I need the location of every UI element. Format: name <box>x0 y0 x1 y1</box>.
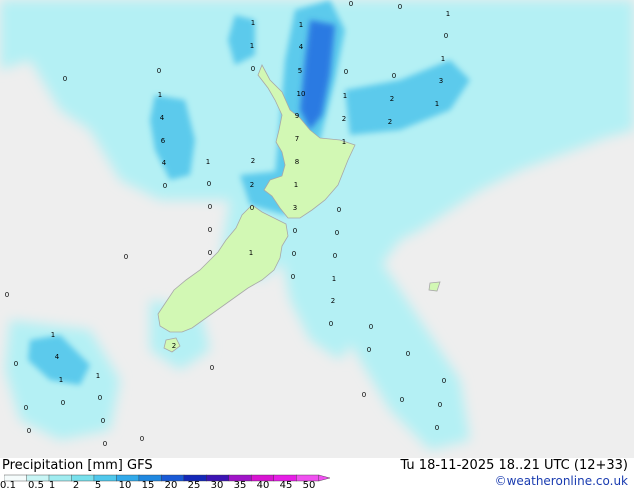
scale-label: 45 <box>279 480 293 491</box>
precip-value-label: 0 <box>208 249 212 257</box>
scale-label: 25 <box>187 480 201 491</box>
precip-value-label: 0 <box>251 65 255 73</box>
precip-value-label: 0 <box>163 182 167 190</box>
precip-value-label: 0 <box>398 3 402 11</box>
precip-value-label: 6 <box>161 137 166 145</box>
precip-value-label: 0 <box>442 377 446 385</box>
scale-label: 0.1 <box>0 480 16 491</box>
precip-value-label: 1 <box>249 249 253 257</box>
precip-value-label: 1 <box>206 158 210 166</box>
precip-value-label: 0 <box>27 427 31 435</box>
legend-footer: Precipitation [mm] GFS Tu 18-11-2025 18.… <box>0 458 634 491</box>
scale-label: 5 <box>94 480 102 491</box>
precip-value-label: 5 <box>298 67 302 75</box>
scale-label: 2 <box>72 480 80 491</box>
precip-value-label: 0 <box>208 226 212 234</box>
precip-value-label: 1 <box>332 275 336 283</box>
forecast-datetime: Tu 18-11-2025 18..21 UTC (12+33) <box>400 458 628 473</box>
precip-value-label: 0 <box>124 253 128 261</box>
precip-value-label: 1 <box>435 100 439 108</box>
precip-value-label: 0 <box>406 350 410 358</box>
precip-value-label: 4 <box>162 159 167 167</box>
precip-value-label: 0 <box>438 401 442 409</box>
precip-value-label: 0 <box>335 229 339 237</box>
precip-value-label: 4 <box>55 353 60 361</box>
precip-value-label: 2 <box>331 297 335 305</box>
precip-value-label: 0 <box>435 424 439 432</box>
precip-value-label: 1 <box>343 92 347 100</box>
precip-value-label: 0 <box>400 396 404 404</box>
precip-value-label: 4 <box>160 114 165 122</box>
scale-label: 1 <box>48 480 56 491</box>
precip-value-label: 0 <box>210 364 214 372</box>
precip-value-label: 4 <box>299 43 304 51</box>
precip-value-label: 0 <box>101 417 105 425</box>
precip-value-label: 0 <box>349 0 353 8</box>
precip-value-label: 1 <box>158 91 162 99</box>
precip-value-label: 0 <box>369 323 373 331</box>
precip-value-label: 2 <box>172 342 176 350</box>
precip-value-label: 2 <box>250 181 254 189</box>
scale-label: 20 <box>164 480 178 491</box>
precip-value-label: 0 <box>367 346 371 354</box>
color-scale-labels: 0.1 0.5 1 2 5 10 15 20 25 30 35 40 45 50 <box>0 480 340 491</box>
precip-value-label: 1 <box>446 10 450 18</box>
precip-value-label: 3 <box>293 204 297 212</box>
precip-value-label: 0 <box>208 203 212 211</box>
precip-value-label: 2 <box>251 157 255 165</box>
precip-value-label: 0 <box>293 227 297 235</box>
precip-value-label: 3 <box>439 77 443 85</box>
precip-value-label: 2 <box>388 118 392 126</box>
scale-label: 35 <box>233 480 247 491</box>
precip-value-label: 1 <box>441 55 445 63</box>
precip-value-label: 1 <box>342 138 346 146</box>
precip-value-label: 0 <box>250 204 254 212</box>
precip-value-label: 0 <box>103 440 107 448</box>
precip-value-label: 0 <box>291 273 295 281</box>
precip-value-label: 2 <box>390 95 394 103</box>
precip-value-label: 0 <box>5 291 9 299</box>
precip-value-label: 0 <box>333 252 337 260</box>
precip-value-label: 0 <box>337 206 341 214</box>
precip-value-label: 0 <box>14 360 18 368</box>
scale-label: 10 <box>118 480 132 491</box>
precip-value-label: 1 <box>299 21 303 29</box>
precip-value-label: 1 <box>294 181 298 189</box>
precip-value-label: 1 <box>96 372 100 380</box>
precip-value-label: 1 <box>251 19 255 27</box>
precip-value-label: 9 <box>295 112 299 120</box>
precip-value-label: 2 <box>342 115 346 123</box>
precip-value-label: 0 <box>392 72 396 80</box>
precip-value-label: 0 <box>140 435 144 443</box>
scale-label: 0.5 <box>28 480 44 491</box>
precip-value-label: 0 <box>98 394 102 402</box>
precip-value-label: 0 <box>329 320 333 328</box>
precip-value-label: 8 <box>295 158 299 166</box>
precip-value-label: 0 <box>362 391 366 399</box>
scale-label: 40 <box>256 480 270 491</box>
precip-value-label: 1 <box>51 331 55 339</box>
scale-label: 50 <box>302 480 316 491</box>
precip-value-label: 0 <box>207 180 211 188</box>
precip-value-label: 1 <box>59 376 63 384</box>
precip-value-label: 0 <box>292 250 296 258</box>
precipitation-map: 1 10 0101 410 0 5 0 0301 10 1 214 9 2 26 7 14 1 2 80 0 2 10 0 3… <box>0 0 634 458</box>
scale-label: 15 <box>141 480 155 491</box>
precip-value-label: 0 <box>444 32 448 40</box>
precip-value-label: 0 <box>63 75 67 83</box>
precip-value-label: 0 <box>61 399 65 407</box>
precip-value-label: 0 <box>157 67 161 75</box>
precip-value-label: 0 <box>24 404 28 412</box>
scale-label: 30 <box>210 480 224 491</box>
map-title: Precipitation [mm] GFS <box>2 458 153 473</box>
precip-value-label: 0 <box>344 68 348 76</box>
credit-link[interactable]: ©weatheronline.co.uk <box>495 474 628 488</box>
precip-value-label: 1 <box>250 42 254 50</box>
precip-value-label: 7 <box>295 135 299 143</box>
precip-value-label: 10 <box>297 90 306 98</box>
